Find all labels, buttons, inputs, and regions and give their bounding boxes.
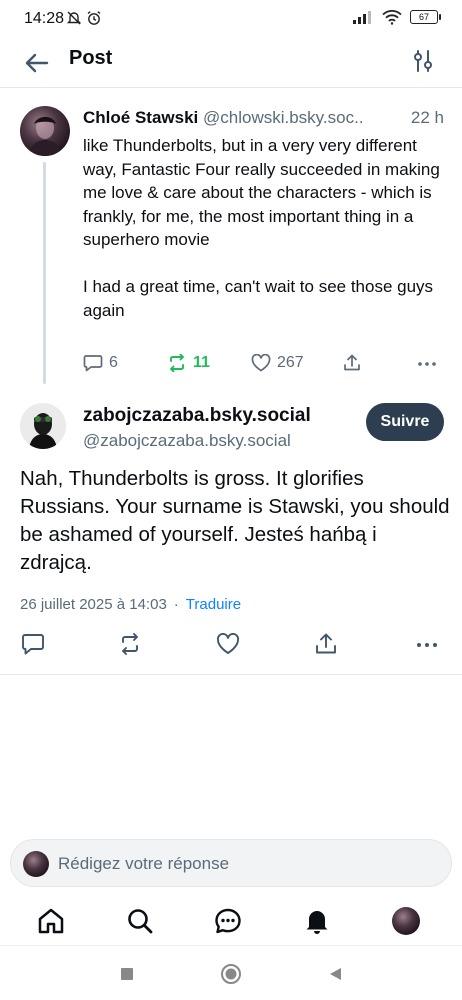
parent-post-text: like Thunderbolts, but in a very very di… [83, 134, 443, 322]
main-author-name[interactable]: zabojczazaba.bsky.social [83, 405, 311, 427]
chat-icon [215, 908, 241, 934]
page-title: Post [69, 47, 113, 69]
alarm-icon [87, 11, 101, 25]
parent-like-count: 267 [277, 354, 304, 371]
nav-home[interactable] [34, 904, 68, 938]
status-bar: 14:28 67 [0, 0, 462, 38]
parent-author-avatar[interactable] [20, 106, 70, 156]
recents-button[interactable] [115, 962, 139, 986]
main-reply-button[interactable] [20, 631, 46, 657]
signal-icon [353, 11, 371, 24]
share-icon [344, 354, 360, 371]
parent-like-button[interactable]: 267 [251, 354, 304, 372]
main-more-button[interactable] [414, 631, 440, 657]
current-user-avatar [23, 851, 49, 877]
status-right-icons: 67 [352, 9, 441, 25]
reply-composer[interactable]: Rédigez votre réponse [10, 839, 452, 887]
avatar-image-icon [28, 116, 62, 156]
parent-repost-button[interactable]: 11 [167, 354, 210, 372]
parent-repost-count: 11 [193, 354, 210, 371]
repost-icon [170, 354, 184, 372]
reply-icon [83, 355, 103, 372]
profile-avatar [392, 907, 420, 935]
parent-post-header: Chloé Stawski @chlowski.bsky.soc.. [83, 108, 448, 128]
main-post-actions [20, 631, 442, 657]
home-icon [38, 908, 64, 934]
back-system-button[interactable] [323, 962, 347, 986]
focused-post: zabojczazaba.bsky.social @zabojczazaba.b… [0, 393, 462, 675]
main-like-button[interactable] [215, 631, 241, 657]
parent-share-button[interactable] [343, 354, 361, 372]
reply-icon [22, 634, 44, 655]
parent-post-paragraph-2: I had a great time, can't wait to see th… [83, 277, 434, 320]
main-repost-button[interactable] [117, 631, 143, 657]
system-navigation-bar [0, 950, 462, 1000]
meta-separator: · [173, 596, 179, 613]
translate-link[interactable]: Traduire [186, 596, 241, 613]
search-icon [128, 909, 153, 934]
wifi-icon [382, 10, 402, 25]
parent-post[interactable]: Chloé Stawski @chlowski.bsky.soc.. 22 h … [0, 88, 462, 393]
main-author-avatar[interactable] [20, 403, 66, 449]
reply-placeholder: Rédigez votre réponse [58, 854, 230, 873]
heart-icon [251, 354, 271, 372]
parent-author-name[interactable]: Chloé Stawski [83, 108, 198, 127]
nav-search[interactable] [123, 904, 157, 938]
square-icon [121, 968, 133, 980]
follow-button[interactable]: Suivre [366, 403, 444, 441]
repost-icon [122, 633, 138, 655]
sliders-icon [414, 50, 432, 72]
more-horizontal-icon [417, 643, 437, 647]
circle-icon [221, 964, 241, 984]
main-post-date: 26 juillet 2025 à 14:03 [20, 596, 167, 613]
nav-messages[interactable] [211, 904, 245, 938]
status-left-icons [66, 10, 102, 26]
bottom-navigation [0, 900, 462, 946]
parent-post-time: 22 h [406, 108, 444, 128]
triangle-back-icon [330, 968, 341, 980]
avatar-image-icon [20, 403, 66, 449]
top-header: Post [0, 38, 462, 88]
status-time: 14:28 [24, 10, 65, 27]
nav-profile[interactable] [389, 904, 423, 938]
share-icon [316, 633, 336, 654]
parent-post-paragraph-1: like Thunderbolts, but in a very very di… [83, 136, 440, 249]
thread-options-button[interactable] [408, 46, 438, 76]
main-share-button[interactable] [313, 631, 339, 657]
heart-icon [217, 633, 239, 654]
parent-post-actions: 6 11 267 [83, 354, 443, 380]
bell-icon [306, 911, 328, 934]
parent-author-handle[interactable]: @chlowski.bsky.soc.. [203, 108, 364, 127]
thread-line [43, 162, 46, 384]
parent-more-button[interactable] [417, 354, 437, 372]
home-system-button[interactable] [219, 962, 243, 986]
battery-indicator: 67 [410, 10, 441, 24]
battery-level: 67 [418, 12, 429, 22]
more-horizontal-icon [418, 362, 436, 366]
arrow-left-icon [25, 53, 49, 73]
back-button[interactable] [22, 48, 52, 78]
nav-notifications[interactable] [300, 904, 334, 938]
bell-off-icon [66, 11, 82, 25]
main-author-handle[interactable]: @zabojczazaba.bsky.social [83, 431, 291, 451]
parent-reply-count: 6 [109, 354, 118, 371]
parent-reply-button[interactable]: 6 [83, 354, 118, 372]
main-post-text: Nah, Thunderbolts is gross. It glorifies… [20, 467, 450, 574]
main-post-meta: 26 juillet 2025 à 14:03 · Traduire [20, 596, 241, 613]
